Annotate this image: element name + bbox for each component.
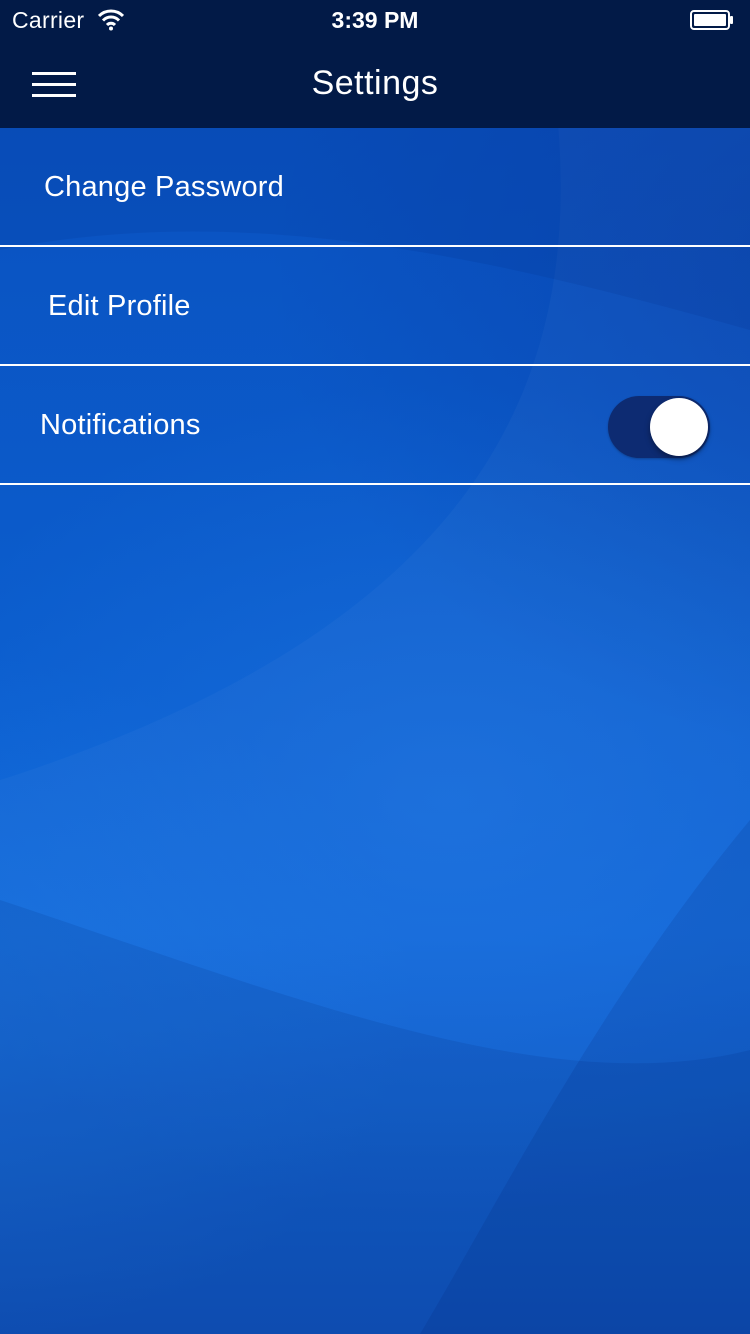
- settings-item-label: Change Password: [44, 171, 284, 203]
- settings-item-label: Edit Profile: [48, 290, 191, 322]
- navigation-bar: Settings: [0, 40, 750, 128]
- battery-icon: [690, 10, 733, 30]
- notifications-toggle[interactable]: [608, 396, 710, 458]
- status-time: 3:39 PM: [331, 7, 419, 33]
- settings-item-change-password[interactable]: Change Password: [0, 128, 750, 247]
- settings-item-notifications: Notifications: [0, 366, 750, 485]
- status-bar: Carrier 3:39 PM: [0, 0, 750, 40]
- settings-item-label: Notifications: [40, 409, 201, 441]
- settings-item-edit-profile[interactable]: Edit Profile: [0, 247, 750, 366]
- settings-list: Change Password Edit Profile Notificatio…: [0, 128, 750, 485]
- toggle-knob: [650, 398, 708, 456]
- page-title: Settings: [311, 64, 439, 102]
